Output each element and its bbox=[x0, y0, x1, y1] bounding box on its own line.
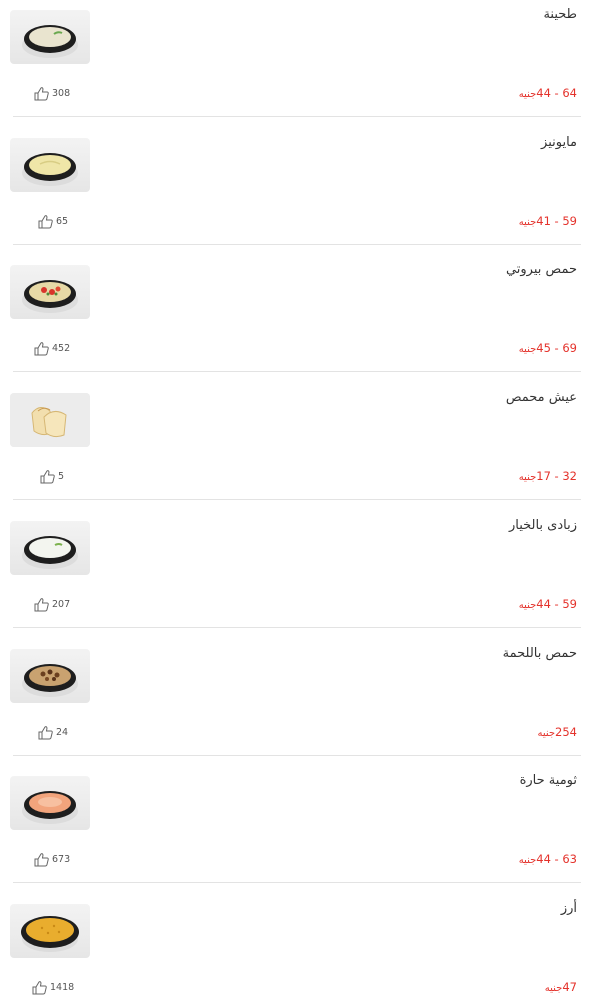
item-name: زبادى بالخيار bbox=[508, 518, 577, 533]
item-name: ثومية حارة bbox=[519, 773, 577, 788]
price-range: 44 - 63 bbox=[536, 852, 577, 866]
thumbs-up-icon bbox=[40, 470, 55, 484]
menu-item[interactable]: عيش محمص جنيه 17 - 32 5 bbox=[0, 383, 593, 511]
item-price: جنيه 254 bbox=[537, 725, 577, 739]
item-price: جنيه 45 - 69 bbox=[519, 341, 577, 355]
thumbs-up-icon bbox=[34, 598, 49, 612]
item-price: جنيه 17 - 32 bbox=[519, 469, 577, 483]
item-price: جنيه 41 - 59 bbox=[519, 214, 577, 228]
like-count: 308 bbox=[52, 88, 71, 99]
menu-item[interactable]: أرز جنيه 47 1418 bbox=[0, 894, 593, 999]
item-name: حمص بيروتي bbox=[505, 262, 577, 277]
item-price: جنيه 44 - 64 bbox=[519, 86, 577, 100]
hummus-meat-image[interactable] bbox=[10, 649, 90, 703]
like-button[interactable]: 5 bbox=[39, 469, 64, 484]
item-price: جنيه 44 - 59 bbox=[519, 597, 577, 611]
like-count: 5 bbox=[58, 471, 65, 482]
price-currency: جنيه bbox=[518, 89, 537, 100]
price-range: 45 - 69 bbox=[536, 341, 577, 355]
like-button[interactable]: 65 bbox=[37, 214, 68, 229]
like-button[interactable]: 452 bbox=[33, 341, 70, 356]
mayonnaise-image[interactable] bbox=[10, 138, 90, 192]
price-range: 47 bbox=[562, 980, 577, 994]
rice-image[interactable] bbox=[10, 904, 90, 958]
toasted-bread-image[interactable] bbox=[10, 393, 90, 447]
yogurt-cucumber-image[interactable] bbox=[10, 521, 90, 575]
item-divider bbox=[13, 371, 581, 372]
item-divider bbox=[13, 116, 581, 117]
like-count: 207 bbox=[52, 599, 71, 610]
item-price: جنيه 47 bbox=[545, 980, 577, 994]
menu-item[interactable]: ثومية حارة جنيه 44 - 63 673 bbox=[0, 766, 593, 894]
thumbs-up-icon bbox=[38, 215, 53, 229]
price-currency: جنيه bbox=[537, 728, 556, 739]
price-currency: جنيه bbox=[518, 855, 537, 866]
price-range: 254 bbox=[555, 725, 577, 739]
item-name: مايونيز bbox=[541, 135, 577, 150]
tahini-image[interactable] bbox=[10, 10, 90, 64]
like-button[interactable]: 673 bbox=[33, 852, 70, 867]
price-currency: جنيه bbox=[518, 600, 537, 611]
like-button[interactable]: 24 bbox=[37, 725, 68, 740]
like-button[interactable]: 207 bbox=[33, 597, 70, 612]
price-currency: جنيه bbox=[518, 472, 537, 483]
menu-item[interactable]: حمص باللحمة جنيه 254 24 bbox=[0, 639, 593, 767]
like-count: 1418 bbox=[50, 982, 75, 993]
price-range: 17 - 32 bbox=[536, 469, 577, 483]
item-divider bbox=[13, 244, 581, 245]
menu-item[interactable]: طحينة جنيه 44 - 64 308 bbox=[0, 0, 593, 128]
item-name: طحينة bbox=[543, 7, 577, 22]
thumbs-up-icon bbox=[38, 726, 53, 740]
price-currency: جنيه bbox=[544, 983, 563, 994]
thumbs-up-icon bbox=[34, 87, 49, 101]
menu-item[interactable]: زبادى بالخيار جنيه 44 - 59 207 bbox=[0, 511, 593, 639]
item-name: حمص باللحمة bbox=[502, 646, 577, 661]
like-button[interactable]: 308 bbox=[33, 86, 70, 101]
item-divider bbox=[13, 755, 581, 756]
like-count: 673 bbox=[52, 854, 71, 865]
like-count: 24 bbox=[56, 727, 69, 738]
price-currency: جنيه bbox=[518, 217, 537, 228]
thumbs-up-icon bbox=[34, 342, 49, 356]
item-name: أرز bbox=[560, 901, 577, 916]
like-count: 452 bbox=[52, 343, 71, 354]
item-divider bbox=[13, 499, 581, 500]
menu-list: طحينة جنيه 44 - 64 308 مايونيز جنيه 41 -… bbox=[0, 0, 593, 999]
price-range: 44 - 64 bbox=[536, 86, 577, 100]
menu-item[interactable]: مايونيز جنيه 41 - 59 65 bbox=[0, 128, 593, 256]
thumbs-up-icon bbox=[32, 981, 47, 995]
menu-item[interactable]: حمص بيروتي جنيه 45 - 69 452 bbox=[0, 255, 593, 383]
item-price: جنيه 44 - 63 bbox=[519, 852, 577, 866]
price-range: 44 - 59 bbox=[536, 597, 577, 611]
spicy-garlic-image[interactable] bbox=[10, 776, 90, 830]
thumbs-up-icon bbox=[34, 853, 49, 867]
price-range: 41 - 59 bbox=[536, 214, 577, 228]
beiruti-hummus-image[interactable] bbox=[10, 265, 90, 319]
item-divider bbox=[13, 627, 581, 628]
price-currency: جنيه bbox=[518, 344, 537, 355]
item-divider bbox=[13, 882, 581, 883]
like-button[interactable]: 1418 bbox=[31, 980, 74, 995]
item-name: عيش محمص bbox=[505, 390, 577, 405]
like-count: 65 bbox=[56, 216, 69, 227]
